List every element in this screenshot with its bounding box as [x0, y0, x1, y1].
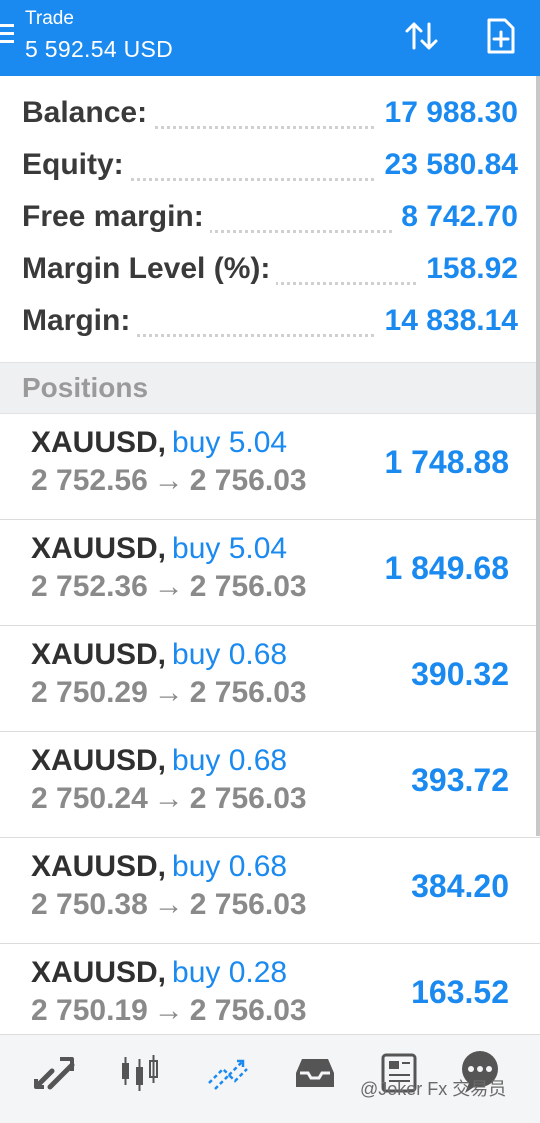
position-symbol: XAUUSD, [31, 850, 167, 883]
price-arrow: → [153, 994, 184, 1027]
equity-row: Equity: 23 580.84 [22, 142, 518, 194]
position-side: buy 0.68 [172, 744, 288, 777]
position-profit: 393.72 [411, 762, 509, 798]
position-symbol: XAUUSD, [31, 426, 167, 459]
position-symbol: XAUUSD, [31, 532, 167, 565]
position-side: buy 5.04 [172, 532, 288, 565]
margin-level-label: Margin Level (%): [22, 252, 277, 286]
quotes-icon[interactable] [30, 1047, 80, 1097]
position-prices: 2 750.24 → 2 756.03 [31, 782, 307, 816]
open-price: 2 750.29 [31, 676, 148, 709]
position-symbol: XAUUSD, [31, 744, 167, 777]
position-profit: 390.32 [411, 656, 509, 692]
free-margin-row: Free margin: 8 742.70 [22, 194, 518, 246]
position-profit: 384.20 [411, 868, 509, 904]
margin-value: 14 838.14 [376, 304, 518, 338]
equity-value: 23 580.84 [376, 148, 518, 182]
open-price: 2 750.19 [31, 994, 148, 1027]
current-price: 2 756.03 [189, 464, 307, 497]
sort-icon[interactable] [402, 16, 442, 56]
position-item[interactable]: XAUUSD, buy 5.04 2 752.56 → 2 756.03 1 748.… [0, 414, 540, 520]
position-symbol-line: XAUUSD, buy 5.04 [31, 532, 287, 566]
margin-level-row: Margin Level (%): 158.92 [22, 246, 518, 298]
position-profit: 1 748.88 [384, 444, 509, 480]
position-symbol: XAUUSD, [31, 956, 167, 989]
position-prices: 2 750.19 → 2 756.03 [31, 994, 307, 1028]
position-symbol-line: XAUUSD, buy 0.68 [31, 744, 287, 778]
current-price: 2 756.03 [189, 994, 307, 1027]
position-prices: 2 752.36 → 2 756.03 [31, 570, 307, 604]
position-profit: 1 849.68 [384, 550, 509, 586]
position-side: buy 0.68 [172, 638, 288, 671]
margin-level-value: 158.92 [418, 252, 518, 286]
chart-icon[interactable] [115, 1047, 165, 1097]
balance-label: Balance: [22, 96, 154, 130]
current-price: 2 756.03 [189, 570, 307, 603]
positions-title: Positions [22, 372, 149, 403]
position-symbol-line: XAUUSD, buy 0.68 [31, 850, 287, 884]
open-price: 2 750.24 [31, 782, 148, 815]
watermark: @Joker Fx 交易员 [360, 1079, 507, 1099]
position-item[interactable]: XAUUSD, buy 5.04 2 752.36 → 2 756.03 1 849.… [0, 520, 540, 626]
scrollbar[interactable] [536, 76, 540, 836]
equity-label: Equity: [22, 148, 130, 182]
open-price: 2 750.38 [31, 888, 148, 921]
margin-row: Margin: 14 838.14 [22, 298, 518, 350]
position-prices: 2 750.38 → 2 756.03 [31, 888, 307, 922]
balance-row: Balance: 17 988.30 [22, 90, 518, 142]
current-price: 2 756.03 [189, 782, 307, 815]
open-price: 2 752.36 [31, 570, 148, 603]
position-side: buy 0.68 [172, 850, 288, 883]
open-price: 2 752.56 [31, 464, 148, 497]
price-arrow: → [153, 676, 184, 709]
position-symbol-line: XAUUSD, buy 0.28 [31, 956, 287, 990]
position-side: buy 5.04 [172, 426, 288, 459]
free-margin-label: Free margin: [22, 200, 210, 234]
free-margin-value: 8 742.70 [393, 200, 518, 234]
account-summary: Balance: 17 988.30 Equity: 23 580.84 Fre… [0, 76, 540, 362]
position-item[interactable]: XAUUSD, buy 0.28 2 750.19 → 2 756.03 163.52 [0, 944, 540, 1034]
position-prices: 2 750.29 → 2 756.03 [31, 676, 307, 710]
position-symbol-line: XAUUSD, buy 0.68 [31, 638, 287, 672]
position-side: buy 0.28 [172, 956, 288, 989]
current-price: 2 756.03 [189, 888, 307, 921]
position-prices: 2 752.56 → 2 756.03 [31, 464, 307, 498]
positions-section-header: Positions [0, 362, 540, 414]
balance-value: 17 988.30 [376, 96, 518, 130]
price-arrow: → [153, 888, 184, 921]
margin-label: Margin: [22, 304, 137, 338]
price-arrow: → [153, 464, 184, 497]
position-item[interactable]: XAUUSD, buy 0.68 2 750.38 → 2 756.03 384.20 [0, 838, 540, 944]
position-item[interactable]: XAUUSD, buy 0.68 2 750.29 → 2 756.03 390.32 [0, 626, 540, 732]
app-header: Trade 5 592.54 USD [0, 0, 540, 76]
screen-title: Trade [25, 8, 74, 29]
new-order-icon[interactable] [481, 16, 521, 56]
position-symbol: XAUUSD, [31, 638, 167, 671]
menu-icon[interactable] [0, 24, 16, 46]
position-profit: 163.52 [411, 974, 509, 1010]
history-icon[interactable] [290, 1047, 340, 1097]
current-price: 2 756.03 [189, 676, 307, 709]
position-item[interactable]: XAUUSD, buy 0.68 2 750.24 → 2 756.03 393.72 [0, 732, 540, 838]
price-arrow: → [153, 782, 184, 815]
price-arrow: → [153, 570, 184, 603]
profit-total: 5 592.54 USD [25, 36, 174, 62]
trade-icon[interactable] [203, 1047, 253, 1097]
position-symbol-line: XAUUSD, buy 5.04 [31, 426, 287, 460]
